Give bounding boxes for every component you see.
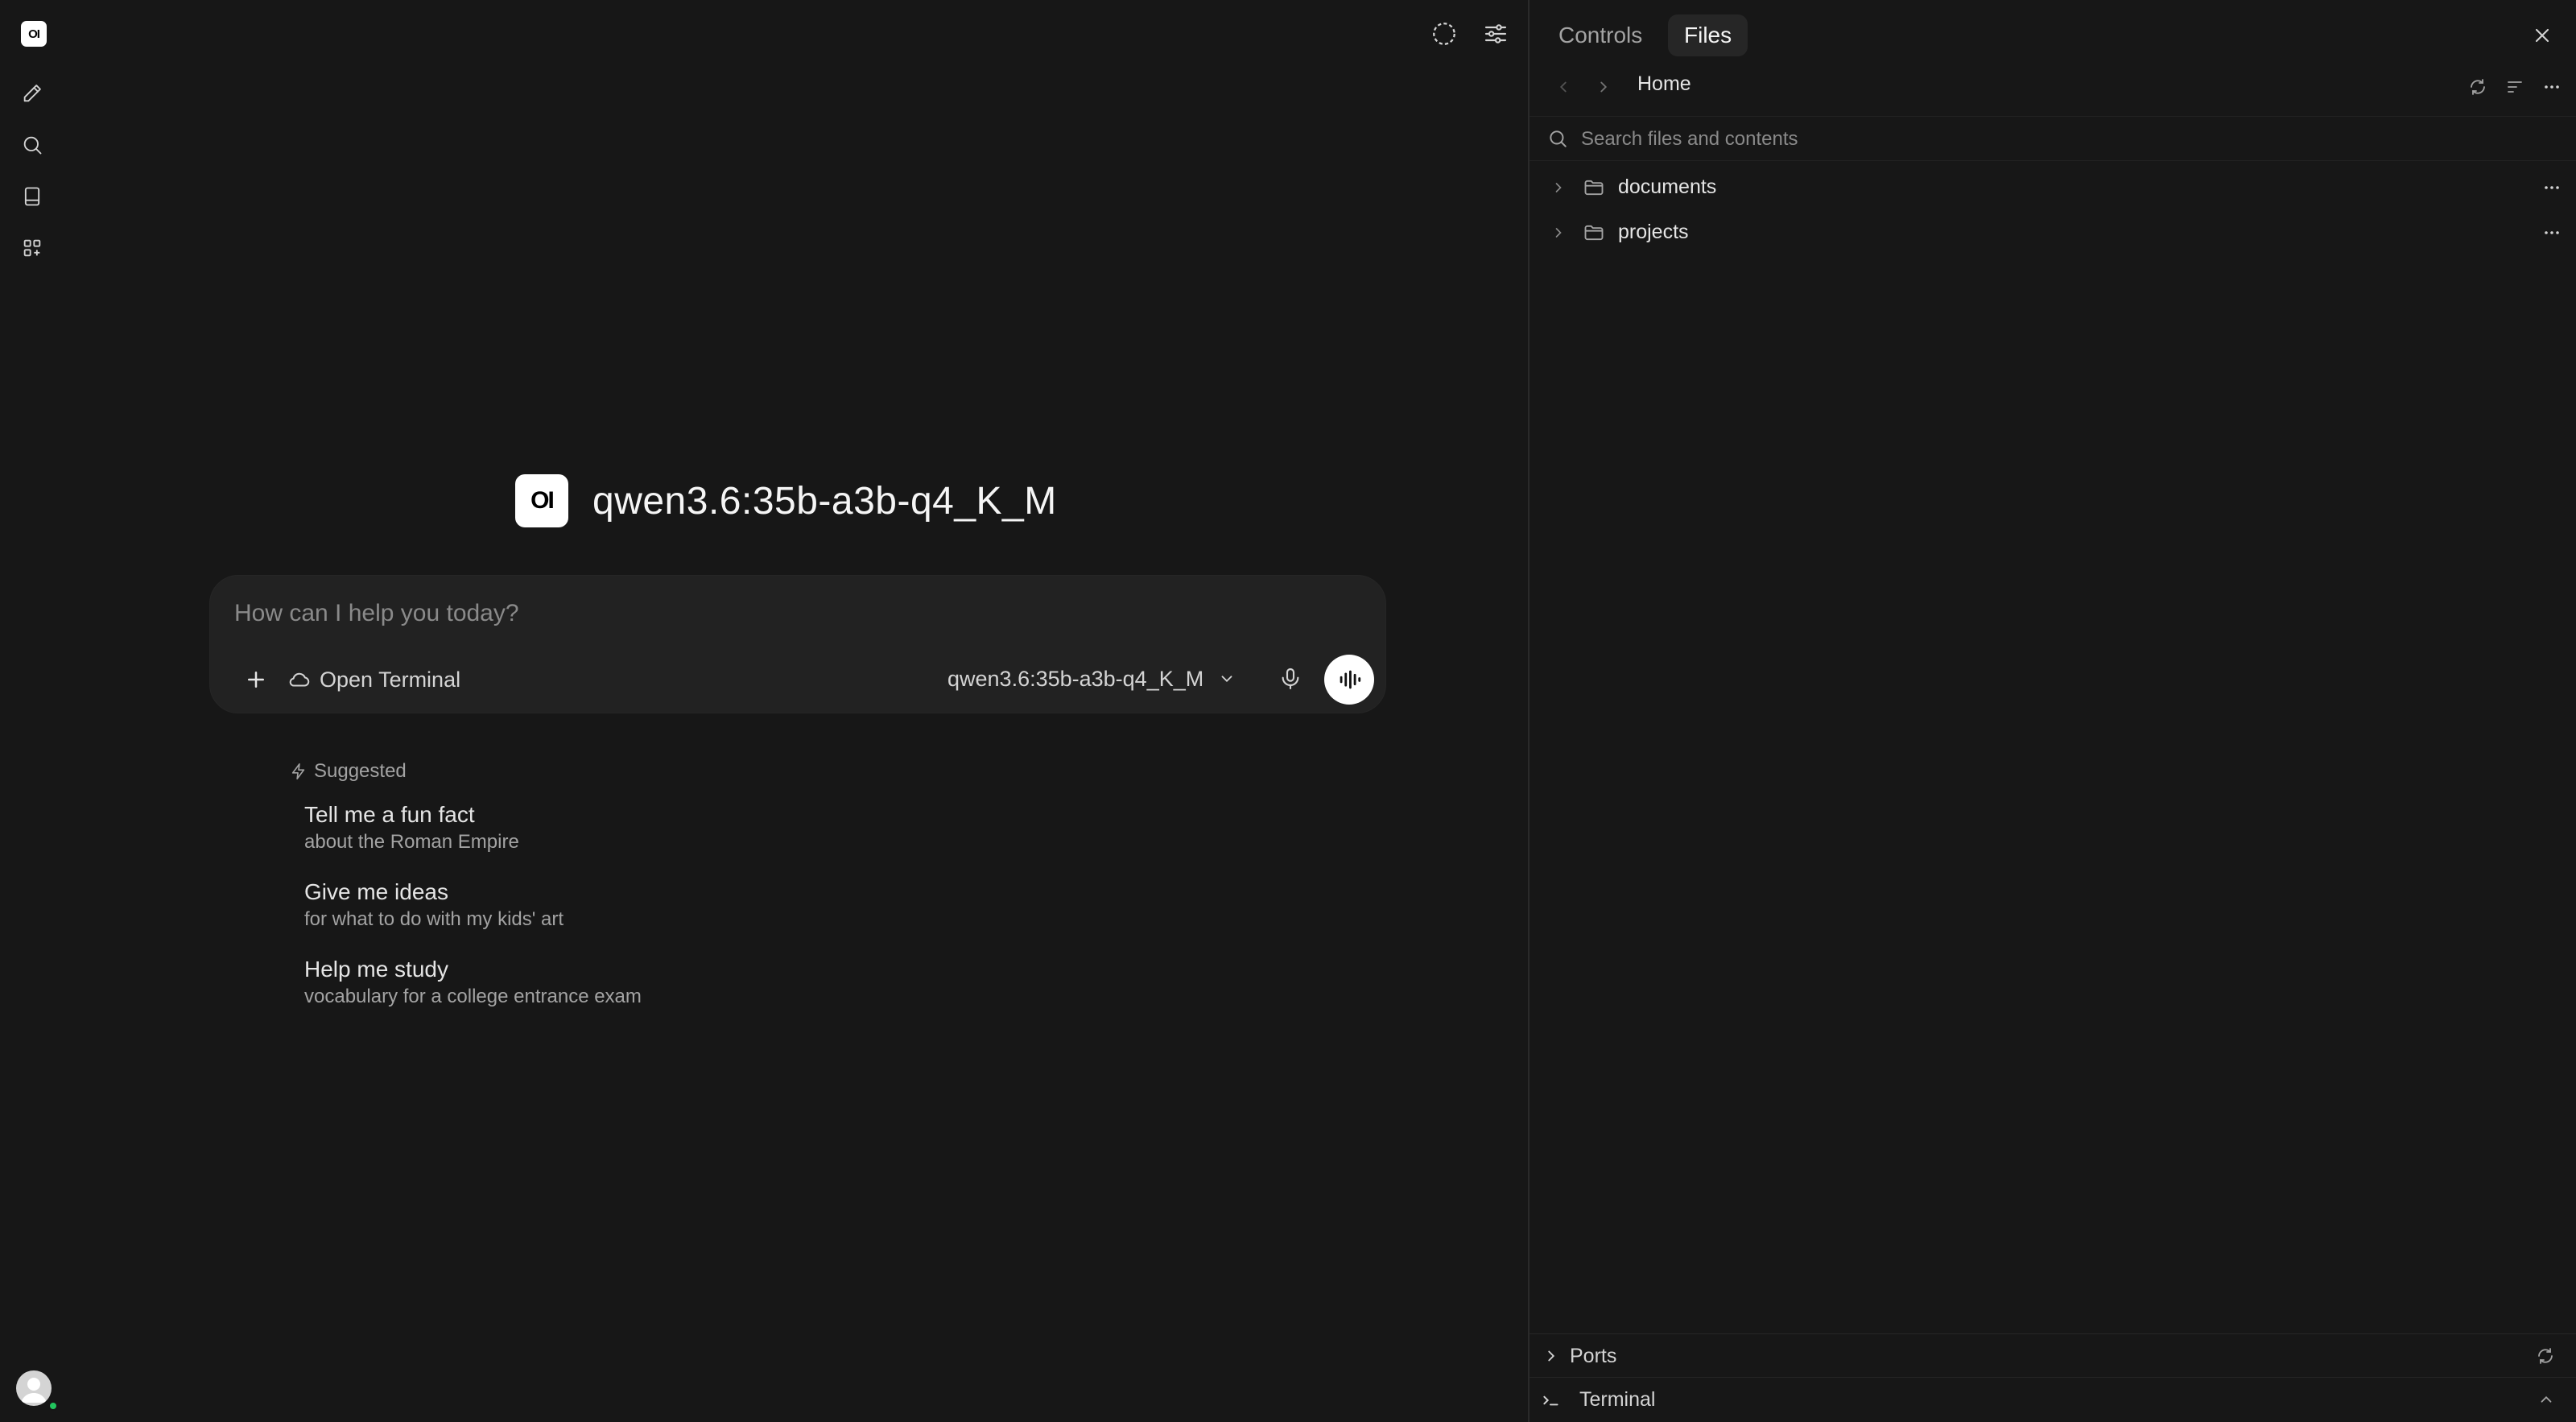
chevron-right-icon[interactable] <box>1550 225 1567 245</box>
refresh-ports-icon[interactable] <box>2536 1346 2555 1370</box>
suggestion-title: Tell me a fun fact <box>304 802 475 827</box>
tab-files[interactable]: Files <box>1668 14 1748 56</box>
lightning-icon <box>291 763 305 779</box>
app-logo[interactable]: OI <box>21 21 47 47</box>
ports-section[interactable]: Ports <box>1530 1333 2576 1377</box>
suggestion-subtitle: for what to do with my kids' art <box>304 908 564 930</box>
user-avatar[interactable] <box>16 1370 52 1406</box>
suggestion-item[interactable]: Tell me a fun fact about the Roman Empir… <box>304 800 787 855</box>
model-hero: OI qwen3.6:35b-a3b-q4_K_M <box>515 473 1057 528</box>
left-sidebar: OI <box>0 0 64 1422</box>
folder-icon <box>1583 176 1605 203</box>
terminal-prompt-icon <box>1541 1390 1562 1415</box>
folder-icon <box>1583 221 1605 248</box>
microphone-button[interactable] <box>1268 656 1313 701</box>
add-attachment-button[interactable] <box>231 655 281 705</box>
tree-item-label: projects <box>1618 221 1689 243</box>
search-icon[interactable] <box>18 130 47 159</box>
model-logo: OI <box>515 474 568 527</box>
workspace-icon[interactable] <box>18 234 47 262</box>
tree-item-label: documents <box>1618 176 1717 198</box>
cloud-icon <box>289 672 310 687</box>
close-panel-icon[interactable] <box>2528 21 2557 50</box>
temporary-chat-icon[interactable] <box>1428 18 1460 50</box>
message-input[interactable]: How can I help you today? <box>234 600 519 627</box>
app-window: OI OI qwen3.6:35b-a3b-q4_K_M How can I h… <box>0 0 2576 1422</box>
suggested-heading: Suggested <box>290 757 407 786</box>
terminal-label: Terminal <box>1579 1388 1656 1411</box>
more-options-icon[interactable] <box>2537 218 2566 247</box>
suggestion-item[interactable]: Give me ideas for what to do with my kid… <box>304 878 787 932</box>
forward-icon[interactable] <box>1589 72 1618 101</box>
notes-icon[interactable] <box>18 182 47 211</box>
ports-label: Ports <box>1570 1345 1617 1367</box>
tree-item-projects[interactable]: projects <box>1530 211 2576 254</box>
microphone-icon <box>1282 668 1299 690</box>
terminal-section[interactable]: Terminal <box>1530 1377 2576 1420</box>
search-icon <box>1547 128 1568 153</box>
suggestion-subtitle: about the Roman Empire <box>304 831 519 853</box>
chevron-down-icon <box>1221 676 1232 683</box>
voice-mode-button[interactable] <box>1324 655 1374 705</box>
controls-icon[interactable] <box>1480 18 1512 50</box>
suggestion-title: Help me study <box>304 957 448 982</box>
chevron-right-icon <box>1542 1347 1560 1369</box>
tree-item-documents[interactable]: documents <box>1530 166 2576 209</box>
open-terminal-button[interactable]: Open Terminal <box>287 663 460 697</box>
suggested-label: Suggested <box>314 760 407 782</box>
waveform-icon <box>1340 670 1361 689</box>
tab-controls[interactable]: Controls <box>1542 14 1658 56</box>
breadcrumb-home[interactable]: Home <box>1637 72 1691 96</box>
right-panel: Controls Files Home Search files and con… <box>1528 0 2576 1422</box>
model-selector[interactable]: qwen3.6:35b-a3b-q4_K_M <box>947 656 1236 701</box>
sort-icon[interactable] <box>2500 72 2529 101</box>
file-search-bar <box>1530 116 2576 161</box>
refresh-icon[interactable] <box>2463 72 2492 101</box>
chat-composer: How can I help you today? Open Terminal … <box>209 575 1386 713</box>
suggestion-title: Give me ideas <box>304 879 448 904</box>
online-status-dot <box>48 1401 58 1411</box>
model-selector-label: qwen3.6:35b-a3b-q4_K_M <box>947 666 1204 691</box>
open-terminal-label: Open Terminal <box>320 667 461 692</box>
suggestion-item[interactable]: Help me study vocabulary for a college e… <box>304 955 787 1010</box>
more-options-icon[interactable] <box>2537 72 2566 101</box>
file-search-input[interactable] <box>1579 122 2545 157</box>
model-title: qwen3.6:35b-a3b-q4_K_M <box>592 479 1057 523</box>
more-options-icon[interactable] <box>2537 173 2566 202</box>
chevron-right-icon[interactable] <box>1550 180 1567 200</box>
new-chat-icon[interactable] <box>18 79 47 108</box>
suggestion-subtitle: vocabulary for a college entrance exam <box>304 986 642 1007</box>
back-icon[interactable] <box>1549 72 1578 101</box>
chevron-up-icon[interactable] <box>2537 1391 2555 1412</box>
